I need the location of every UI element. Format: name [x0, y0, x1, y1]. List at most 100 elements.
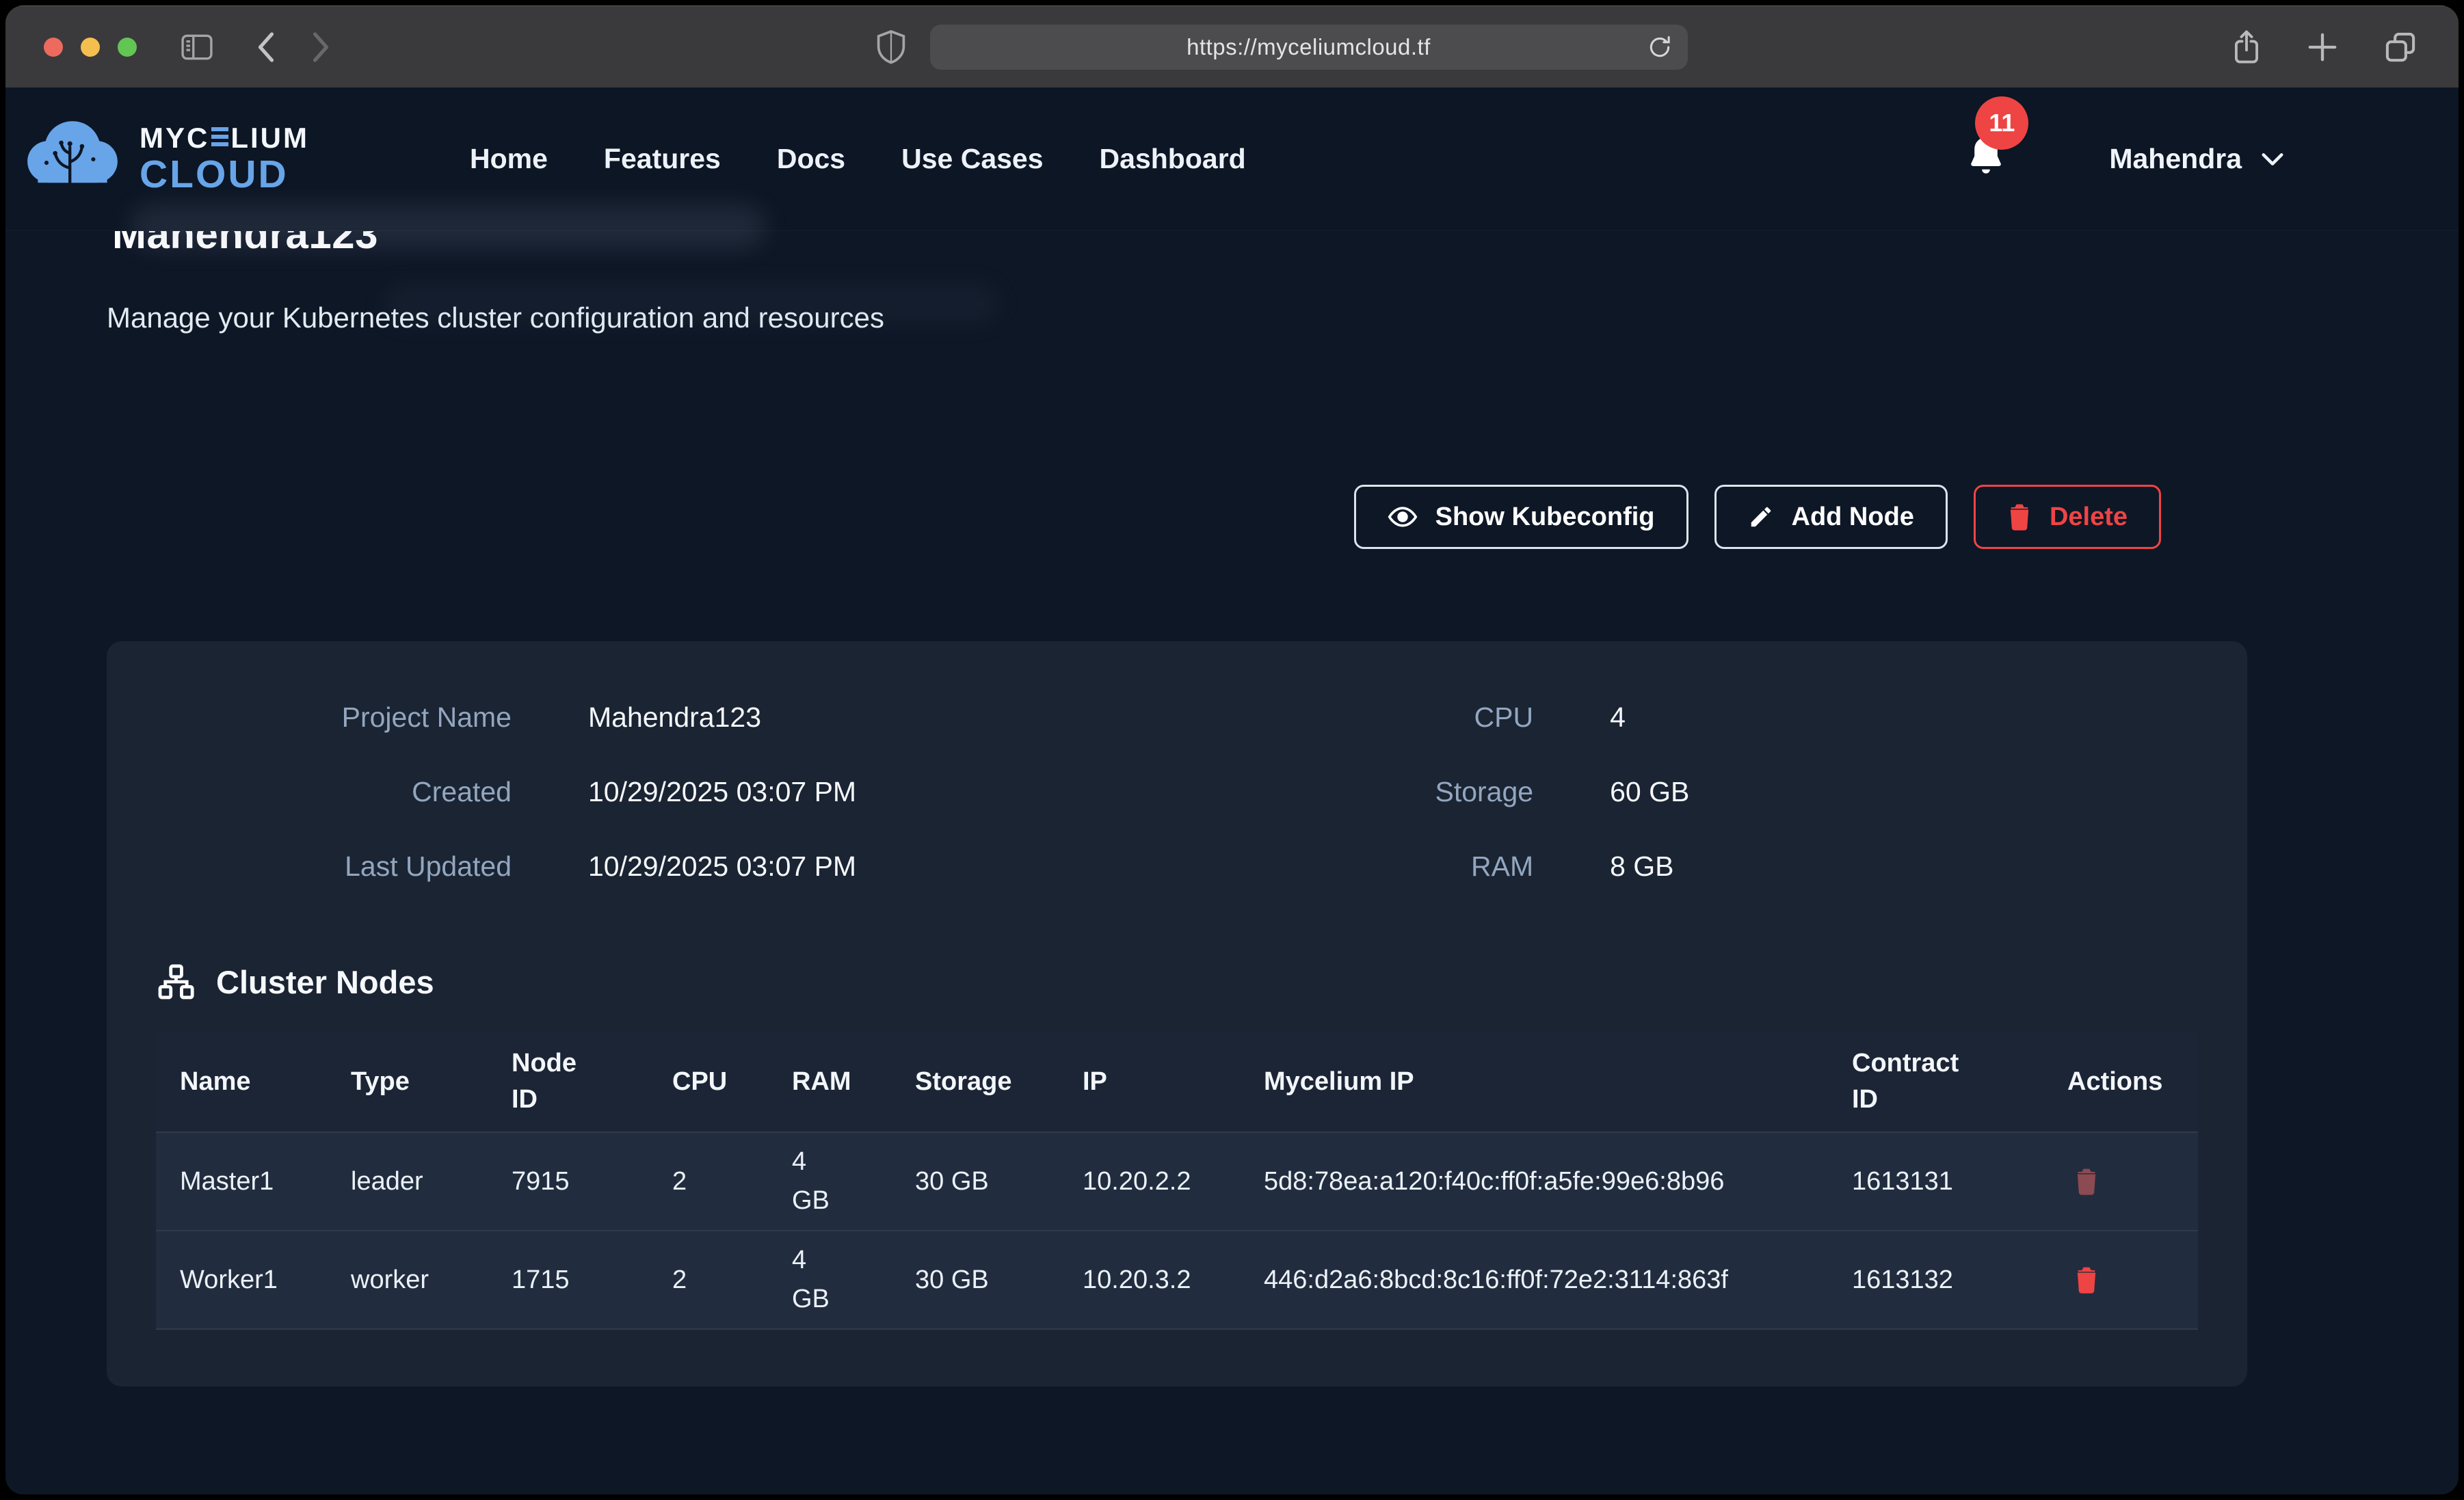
nav-link-home[interactable]: Home [470, 143, 548, 175]
reload-button[interactable] [1647, 34, 1673, 60]
cell-node-id: 7915 [488, 1162, 648, 1201]
cell-actions [2043, 1167, 2198, 1196]
delete-node-button[interactable] [2043, 1265, 2099, 1294]
cell-ram: 4 GB [768, 1142, 891, 1220]
cell-type: leader [327, 1162, 488, 1201]
nav-link-use-cases[interactable]: Use Cases [901, 143, 1043, 175]
user-name: Mahendra [2109, 143, 2242, 175]
nav-links: Home Features Docs Use Cases Dashboard [470, 143, 1246, 175]
forward-button[interactable] [309, 29, 332, 65]
shield-icon [875, 29, 907, 66]
detail-value: 4 [1610, 701, 1689, 734]
privacy-shield-button[interactable] [875, 29, 907, 66]
sidebar-toggle-button[interactable] [179, 31, 215, 63]
nav-link-features[interactable]: Features [604, 143, 721, 175]
site-navbar: MYCLIUM CLOUD Home Features Docs Use Cases D… [5, 88, 2459, 231]
cell-mycelium-ip: 5d8:78ea:a120:f40c:ff0f:a5fe:99e6:8b96 [1240, 1162, 1828, 1201]
share-icon [2230, 28, 2263, 66]
column-header-ip: IP [1059, 1064, 1240, 1100]
column-header-mycelium-ip: Mycelium IP [1240, 1064, 1828, 1100]
cell-ip: 10.20.2.2 [1059, 1162, 1240, 1201]
chevron-down-icon [2261, 152, 2284, 167]
browser-toolbar: https://myceliumcloud.tf [5, 5, 2459, 88]
webpage: MYCLIUM CLOUD Home Features Docs Use Cases D… [5, 88, 2459, 1495]
column-header-name: Name [156, 1064, 327, 1100]
forward-icon [309, 29, 332, 65]
cell-mycelium-ip: 446:d2a6:8bcd:8c16:ff0f:72e2:3114:863f [1240, 1261, 1828, 1300]
show-kubeconfig-button[interactable]: Show Kubeconfig [1354, 485, 1688, 549]
cloud-tree-icon [21, 114, 124, 204]
delete-node-button[interactable] [2043, 1167, 2099, 1196]
minimize-icon[interactable] [81, 38, 100, 57]
detail-value: 10/29/2025 03:07 PM [588, 776, 856, 808]
delete-button[interactable]: Delete [1974, 485, 2161, 549]
cell-actions [2043, 1265, 2198, 1294]
detail-label: Created [202, 776, 512, 808]
detail-label: RAM [1328, 851, 1533, 883]
url-text: https://myceliumcloud.tf [1187, 34, 1431, 60]
brand-logo[interactable]: MYCLIUM CLOUD [21, 114, 309, 204]
back-button[interactable] [254, 29, 278, 65]
brand-name-bottom: CLOUD [140, 155, 309, 194]
button-label: Delete [2050, 503, 2128, 532]
share-button[interactable] [2230, 28, 2263, 66]
notification-badge: 11 [1975, 96, 2028, 150]
column-header-cpu: CPU [648, 1064, 768, 1100]
nav-link-docs[interactable]: Docs [777, 143, 845, 175]
page-subtitle: Manage your Kubernetes cluster configura… [107, 302, 2459, 334]
node-row-master1: Master1leader791524 GB30 GB10.20.2.25d8:… [156, 1131, 2198, 1230]
button-label: Add Node [1792, 503, 1914, 532]
cell-storage: 30 GB [891, 1261, 1059, 1300]
cluster-details: Project NameMahendra123Created10/29/2025… [107, 701, 2247, 883]
sidebar-toggle-icon [179, 31, 215, 63]
button-label: Show Kubeconfig [1435, 503, 1655, 532]
cell-contract-id: 1613132 [1828, 1261, 2043, 1300]
details-right: CPU4Storage60 GBRAM8 GB [1328, 701, 1689, 883]
cell-ram: 4 GB [768, 1241, 891, 1319]
cell-ip: 10.20.3.2 [1059, 1261, 1240, 1300]
new-tab-button[interactable] [2305, 30, 2340, 64]
cell-contract-id: 1613131 [1828, 1162, 2043, 1201]
zoom-icon[interactable] [118, 38, 137, 57]
user-menu[interactable]: Mahendra [2109, 143, 2284, 175]
add-node-button[interactable]: Add Node [1714, 485, 1948, 549]
close-icon[interactable] [44, 38, 63, 57]
nav-link-dashboard[interactable]: Dashboard [1100, 143, 1246, 175]
trash-icon [2007, 503, 2032, 531]
cluster-nodes-title: Cluster Nodes [216, 963, 434, 1001]
cell-name: Worker1 [156, 1261, 327, 1300]
toolbar-right-buttons [2230, 28, 2419, 66]
detail-value: Mahendra123 [588, 701, 856, 734]
nodes-table: NameTypeNode IDCPURAMStorageIPMycelium I… [156, 1032, 2198, 1330]
column-header-actions: Actions [2043, 1064, 2198, 1100]
cluster-panel: Project NameMahendra123Created10/29/2025… [107, 641, 2247, 1387]
navbar-right: 11 Mahendra [1964, 133, 2284, 185]
plus-icon [2305, 30, 2340, 64]
brand-text: MYCLIUM CLOUD [140, 124, 309, 194]
column-header-contract-id: Contract ID [1828, 1045, 2043, 1118]
tab-overview-button[interactable] [2382, 29, 2419, 66]
notifications-button[interactable]: 11 [1964, 133, 2008, 185]
page-content: Mahendra123 Manage your Kubernetes clust… [5, 231, 2459, 1495]
cell-cpu: 2 [648, 1261, 768, 1300]
traffic-lights [44, 38, 137, 57]
detail-value: 10/29/2025 03:07 PM [588, 851, 856, 883]
detail-label: Storage [1328, 776, 1533, 808]
column-header-ram: RAM [768, 1064, 891, 1100]
nodes-table-header: NameTypeNode IDCPURAMStorageIPMycelium I… [156, 1032, 2198, 1131]
trash-icon [2074, 1167, 2099, 1196]
detail-label: Last Updated [202, 851, 512, 883]
page-title: Mahendra123 [112, 231, 2459, 258]
browser-window: https://myceliumcloud.tf [5, 5, 2459, 1495]
cell-node-id: 1715 [488, 1261, 648, 1300]
trash-icon [2074, 1265, 2099, 1294]
network-nodes-icon [156, 962, 196, 1002]
cluster-actions: Show Kubeconfig Add Node Delete [107, 485, 2161, 549]
eye-icon [1388, 505, 1418, 528]
address-bar[interactable]: https://myceliumcloud.tf [930, 25, 1688, 70]
detail-value: 60 GB [1610, 776, 1689, 808]
pencil-icon [1748, 504, 1774, 530]
cell-name: Master1 [156, 1162, 327, 1201]
detail-label: CPU [1328, 701, 1533, 734]
cell-type: worker [327, 1261, 488, 1300]
